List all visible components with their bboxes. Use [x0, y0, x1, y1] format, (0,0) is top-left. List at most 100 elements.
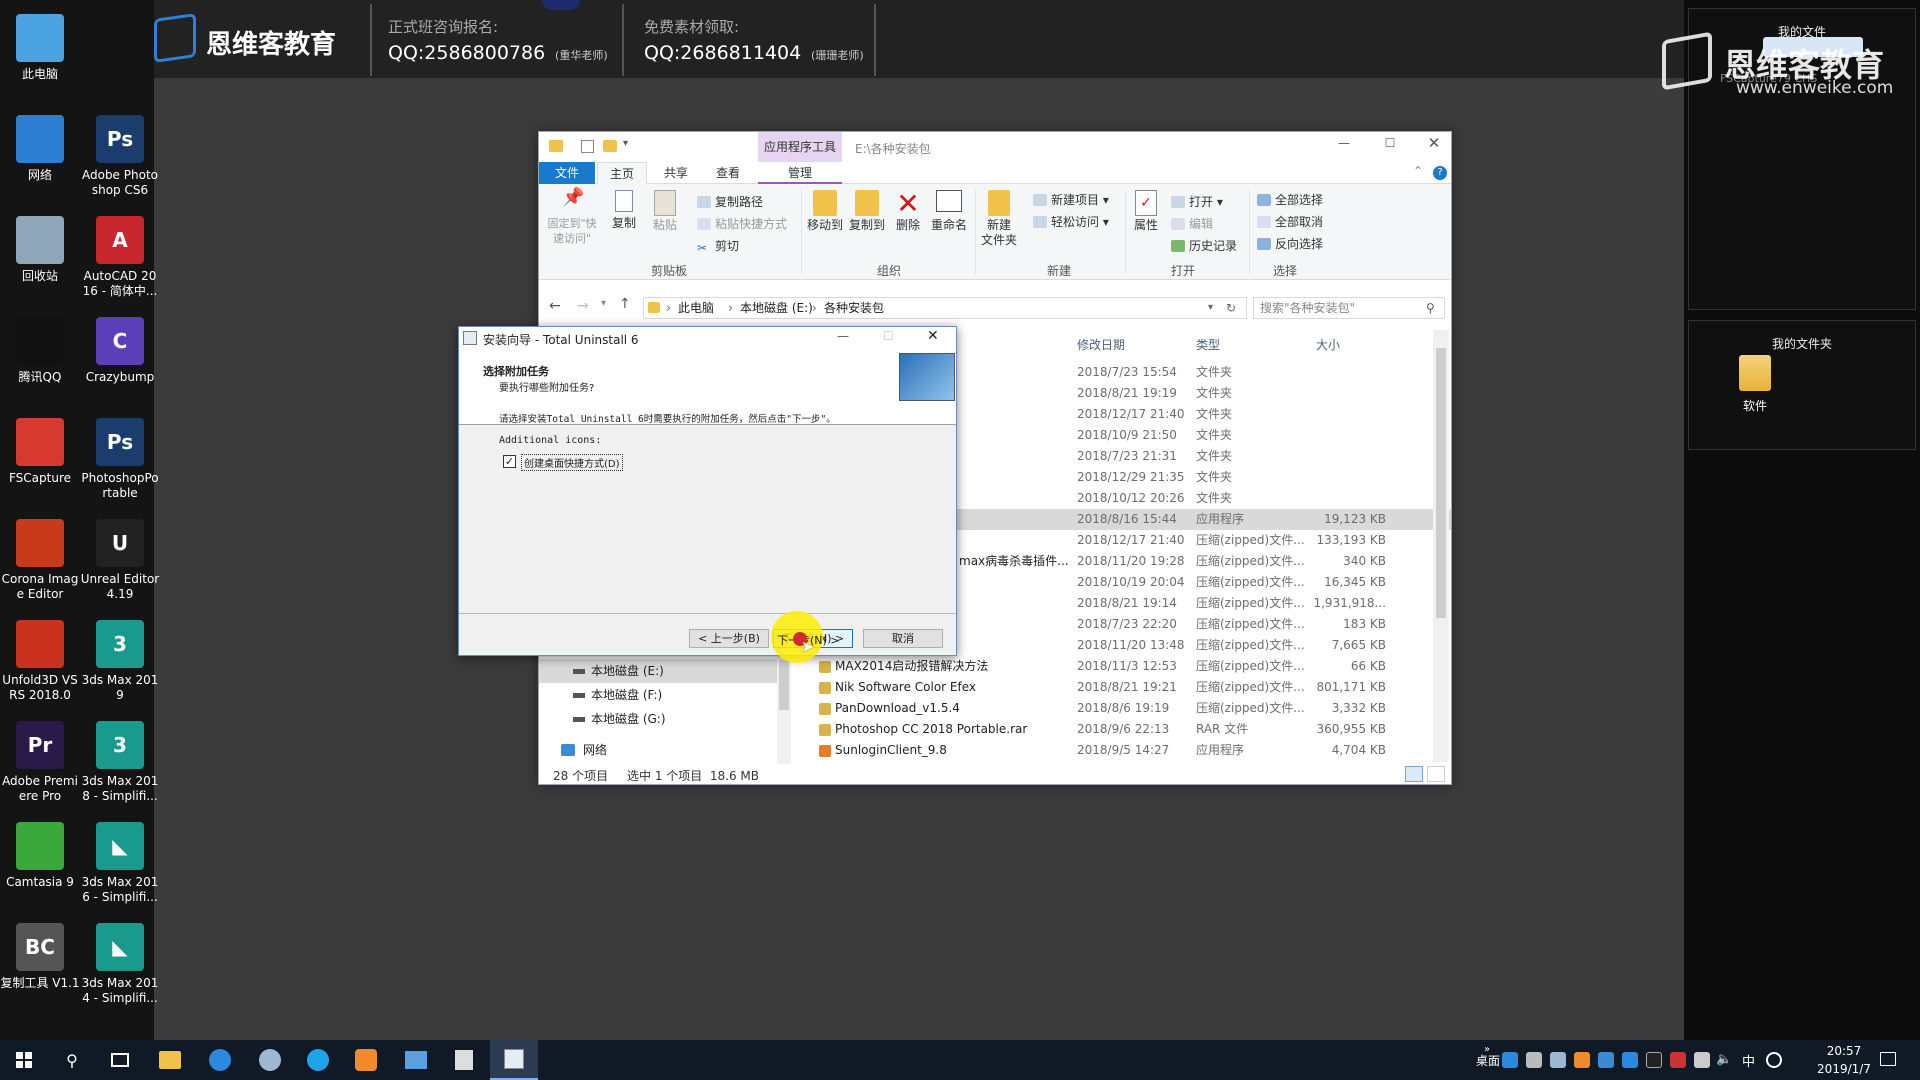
tray-icon-8[interactable] — [1670, 1052, 1686, 1068]
desktop-shortcut[interactable]: FSCapture — [0, 412, 80, 486]
nav-drive-f[interactable]: 本地磁盘 (F:) — [539, 683, 779, 707]
paste-button[interactable]: 粘贴 — [645, 190, 685, 233]
desktop-shortcut[interactable]: C Crazybump — [80, 311, 160, 385]
up-icon[interactable]: ↑ — [619, 296, 631, 312]
properties-button[interactable]: ✓ 属性 — [1129, 190, 1163, 233]
breadcrumb-drive-e[interactable]: 本地磁盘 (E:) — [740, 298, 813, 318]
cut-button[interactable]: ✂ 剪切 — [697, 236, 739, 256]
list-scrollbar[interactable] — [1433, 330, 1449, 762]
copy-button[interactable]: 复制 — [607, 190, 641, 231]
search-button[interactable]: ⚲ — [48, 1040, 96, 1080]
desktop-shortcut[interactable]: U Unreal Editor 4.19 — [80, 513, 160, 602]
easy-access-button[interactable]: 轻松访问 ▾ — [1033, 212, 1109, 232]
desktop-shortcut-label[interactable]: 创建桌面快捷方式(D) — [521, 454, 623, 471]
tab-file[interactable]: 文件 — [539, 162, 595, 184]
volume-icon[interactable]: 🔈 — [1716, 1052, 1732, 1068]
new-folder-button[interactable]: 新建 文件夹 — [979, 190, 1019, 248]
close-button[interactable]: ✕ — [1419, 134, 1449, 156]
address-bar[interactable]: › 此电脑 › 本地磁盘 (E:) › 各种安装包 ▾ ↻ — [643, 297, 1247, 319]
refresh-icon[interactable]: ↻ — [1226, 298, 1236, 318]
taskbar-app-7[interactable] — [440, 1040, 488, 1080]
select-none-button[interactable]: 全部取消 — [1257, 212, 1323, 232]
minimize-button[interactable]: — — [1329, 136, 1359, 156]
tab-manage[interactable]: 管理 — [758, 162, 842, 184]
column-date[interactable]: 修改日期 — [1077, 336, 1125, 353]
edit-button[interactable]: 编辑 — [1171, 214, 1213, 234]
tab-home[interactable]: 主页 — [597, 162, 647, 184]
copy-path-button[interactable]: 复制路径 — [697, 192, 763, 212]
new-item-button[interactable]: 新建项目 ▾ — [1033, 190, 1109, 210]
breadcrumb-this-pc[interactable]: 此电脑 — [678, 298, 714, 318]
new-folder-quick-icon[interactable] — [603, 140, 617, 152]
tray-expand-icon[interactable]: » — [1484, 1044, 1490, 1055]
history-button[interactable]: 历史记录 — [1171, 236, 1237, 256]
column-size[interactable]: 大小 — [1316, 336, 1340, 353]
desktop-shortcut[interactable]: ◣ 3ds Max 2014 - Simplifi... — [80, 917, 160, 1006]
desktop-shortcut[interactable]: A AutoCAD 2016 - 简体中... — [80, 210, 160, 299]
taskbar-app-6[interactable] — [392, 1040, 440, 1080]
maximize-button[interactable]: ☐ — [1375, 136, 1405, 156]
tab-view[interactable]: 查看 — [703, 162, 753, 184]
column-type[interactable]: 类型 — [1196, 336, 1220, 353]
tray-icon-2[interactable] — [1526, 1052, 1542, 1068]
desktop-shortcut[interactable]: Pr Adobe Premiere Pro — [0, 715, 80, 804]
clock-time[interactable]: 20:57 — [1816, 1044, 1872, 1058]
rename-button[interactable]: 重命名 — [929, 190, 969, 233]
folder-icon[interactable] — [1739, 355, 1771, 391]
address-dropdown-icon[interactable]: ▾ — [1208, 298, 1213, 318]
notification-icon[interactable] — [1880, 1052, 1896, 1066]
forward-icon[interactable]: → — [577, 298, 589, 314]
nav-drive-g[interactable]: 本地磁盘 (G:) — [539, 707, 779, 731]
back-button[interactable]: < 上一步(B) — [689, 629, 769, 648]
ribbon-collapse-icon[interactable]: ⌃ — [1413, 164, 1423, 178]
taskbar-installer[interactable] — [490, 1040, 538, 1080]
tray-icon-1[interactable] — [1502, 1052, 1518, 1068]
desktop-shortcut[interactable]: Ps PhotoshopPortable — [80, 412, 160, 501]
desktop-shortcut[interactable]: 回收站 — [0, 210, 80, 284]
quick-access-dropdown-icon[interactable]: ▾ — [623, 138, 628, 149]
nav-drive-e[interactable]: 本地磁盘 (E:) — [539, 659, 779, 683]
taskbar-app-2[interactable] — [196, 1040, 244, 1080]
desktop-shortcut[interactable]: Ps Adobe Photoshop CS6 — [80, 109, 160, 198]
ime-mode-icon[interactable] — [1766, 1052, 1782, 1068]
desktop-shortcut[interactable]: Camtasia 9 — [0, 816, 80, 890]
desktop-shortcut[interactable]: BC 复制工具 V1.1 — [0, 917, 80, 991]
task-view-button[interactable] — [96, 1040, 144, 1080]
start-button[interactable] — [0, 1040, 48, 1080]
clock-date[interactable]: 2019/1/7 — [1810, 1062, 1878, 1076]
move-to-button[interactable]: 移动到 — [805, 190, 845, 233]
dialog-close-button[interactable]: ✕ — [927, 328, 939, 344]
properties-quick-icon[interactable] — [581, 140, 594, 153]
paste-shortcut-button[interactable]: 粘贴快捷方式 — [697, 214, 787, 234]
ime-indicator[interactable]: 中 — [1742, 1051, 1755, 1070]
back-icon[interactable]: ← — [549, 298, 561, 314]
desktop-shortcut[interactable]: 腾讯QQ — [0, 311, 80, 385]
tray-icon-4[interactable] — [1574, 1052, 1590, 1068]
large-icons-view-icon[interactable] — [1427, 766, 1445, 782]
dialog-minimize-button[interactable]: — — [837, 329, 849, 343]
taskbar-app-5[interactable] — [342, 1040, 390, 1080]
recent-dropdown-icon[interactable]: ▾ — [601, 298, 606, 309]
details-view-icon[interactable] — [1405, 766, 1423, 782]
invert-selection-button[interactable]: 反向选择 — [1257, 234, 1323, 254]
shield-icon[interactable] — [1598, 1052, 1614, 1068]
desktop-shortcut[interactable]: 3 3ds Max 2018 - Simplifi... — [80, 715, 160, 804]
context-tab[interactable]: 应用程序工具 — [758, 132, 842, 162]
taskbar-explorer[interactable] — [146, 1040, 194, 1080]
desktop-shortcut-checkbox[interactable]: ✓ — [503, 455, 516, 468]
cancel-button[interactable]: 取消 — [863, 629, 943, 648]
desktop-shortcut[interactable]: 此电脑 — [0, 8, 80, 82]
breadcrumb-folder[interactable]: 各种安装包 — [824, 298, 884, 318]
tray-icon-3[interactable] — [1550, 1052, 1566, 1068]
select-all-button[interactable]: 全部选择 — [1257, 190, 1323, 210]
copy-to-button[interactable]: 复制到 — [847, 190, 887, 233]
desktop-shortcut[interactable]: ◣ 3ds Max 2016 - Simplifi... — [80, 816, 160, 905]
taskbar-app-3[interactable] — [246, 1040, 294, 1080]
qq-tray-icon[interactable] — [1646, 1052, 1662, 1068]
delete-button[interactable]: ✕ 删除 — [893, 190, 923, 233]
nav-network[interactable]: 网络 — [539, 738, 779, 762]
open-button[interactable]: 打开 ▾ — [1171, 192, 1223, 212]
help-icon[interactable]: ? — [1433, 166, 1447, 180]
pin-quick-access-button[interactable]: 📌 固定到"快速访问" — [543, 189, 601, 246]
network-tray-icon[interactable] — [1694, 1052, 1710, 1068]
